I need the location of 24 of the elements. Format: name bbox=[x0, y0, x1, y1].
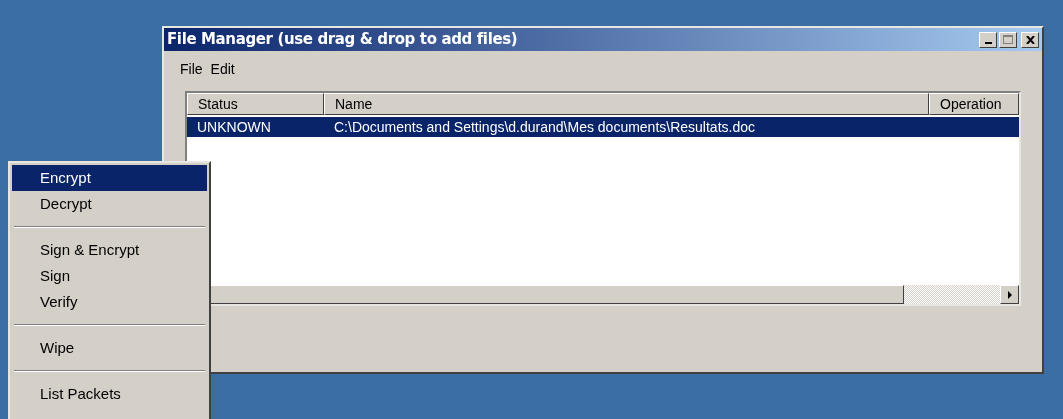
menu-item[interactable]: Sign bbox=[12, 263, 207, 289]
close-icon bbox=[1025, 35, 1035, 44]
minimize-icon bbox=[984, 41, 992, 44]
table-row[interactable]: UNKNOWN C:\Documents and Settings\d.durand\Mes documents\Resultats.doc bbox=[187, 117, 1019, 137]
menu-item[interactable]: Decrypt bbox=[12, 191, 207, 217]
table-cell-text: UNKNOWN bbox=[196, 118, 272, 137]
table-cell-text: C:\Documents and Settings\d.durand\Mes documents\Resultats.doc bbox=[333, 118, 756, 137]
column-header[interactable]: Operation bbox=[929, 93, 1019, 115]
menu-item[interactable]: Verify bbox=[12, 289, 207, 315]
maximize-button[interactable] bbox=[999, 31, 1017, 48]
minimize-button[interactable] bbox=[979, 31, 997, 48]
scroll-right-button[interactable] bbox=[1000, 285, 1019, 304]
maximize-icon bbox=[1003, 35, 1013, 44]
column-header[interactable]: Name bbox=[324, 93, 929, 115]
right-arrow-icon bbox=[1007, 290, 1012, 299]
menu-item[interactable]: List Packets bbox=[12, 381, 207, 407]
window-title: File Manager (use drag & drop to add files) bbox=[167, 29, 518, 51]
menu-item[interactable]: Sign & Encrypt bbox=[12, 237, 207, 263]
menu-bar-item[interactable]: Edit bbox=[210, 59, 235, 81]
menu-item[interactable]: Wipe bbox=[12, 335, 207, 361]
menu-bar-item[interactable]: File bbox=[180, 59, 203, 81]
close-button[interactable] bbox=[1021, 31, 1039, 48]
menu-item[interactable]: Encrypt bbox=[12, 165, 207, 191]
column-header[interactable]: Status bbox=[187, 93, 324, 115]
